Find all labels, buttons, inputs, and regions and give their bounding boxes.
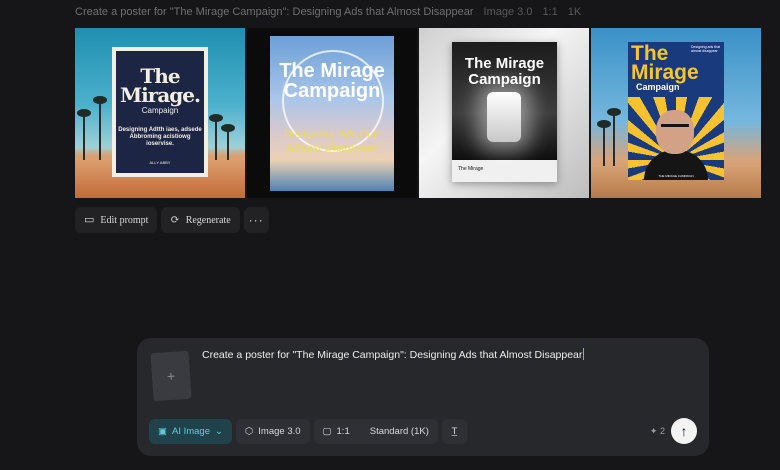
poster-subtitle: Campaign [141, 106, 179, 115]
prompt-header: Create a poster for "The Mirage Campaign… [75, 5, 581, 19]
model-label: Image 3.0 [258, 426, 301, 437]
poster-footer: The Mirage [458, 166, 484, 172]
edit-icon: ▭ [84, 213, 95, 226]
palm-tree [597, 120, 611, 166]
image-icon: ▣ [158, 426, 167, 437]
refresh-icon: ⟳ [170, 213, 180, 226]
model-selector[interactable]: ⬡ Image 3.0 [235, 419, 310, 444]
poster-monochrome: The Mirage Campaign The Mirage [452, 42, 557, 182]
image-gallery: The Mirage. Campaign Designing Adtth iae… [75, 28, 761, 198]
ratio-label: 1:1 [336, 426, 350, 437]
portrait-glasses [661, 124, 689, 132]
glowing-panel [487, 92, 521, 142]
text-caret [583, 348, 585, 360]
prompt-header-model: Image 3.0 [483, 6, 533, 18]
ratio-quality-selector[interactable]: ▢ 1:1 Standard (1K) [313, 419, 438, 444]
text-style-button[interactable]: T̲ [441, 419, 467, 444]
poster-billboard: The Mirage Campaign Designing ads that a… [628, 42, 724, 180]
mode-selector[interactable]: ▣ AI Image ⌄ [149, 419, 232, 444]
plus-icon: + [166, 367, 176, 385]
prompt-input-value: Create a poster for "The Mirage Campaign… [202, 349, 583, 361]
prompt-composer: + Create a poster for "The Mirage Campai… [137, 338, 709, 456]
poster-subtitle: Campaign [636, 82, 680, 92]
generated-image-2[interactable]: The Mirage Campaign Designing Ads that A… [247, 28, 417, 198]
prompt-header-ratio: 1:1 [542, 6, 558, 18]
poster-footer: ALLY ABBY [149, 160, 171, 165]
poster-title: The Mirage Campaign [279, 60, 385, 102]
mode-label: AI Image [171, 426, 211, 437]
more-options-button[interactable]: ··· [243, 207, 269, 233]
generated-image-1[interactable]: The Mirage. Campaign Designing Adtth iae… [75, 28, 245, 198]
reference-image-upload[interactable]: + [150, 350, 192, 402]
poster-body: Designing Adtth iaes, adsede Abbroming a… [118, 127, 202, 147]
poster-script-text: Designing Ads that Almost Disappear [283, 130, 381, 154]
arrow-up-icon: ↑ [680, 423, 688, 439]
square-icon: ▢ [322, 426, 332, 437]
edit-prompt-button[interactable]: ▭ Edit prompt [75, 207, 158, 233]
quality-label: Standard (1K) [369, 426, 429, 437]
prompt-header-text: Create a poster for "The Mirage Campaign… [75, 6, 474, 18]
portrait-face [656, 110, 694, 154]
regenerate-label: Regenerate [185, 214, 231, 226]
prompt-header-quality: 1K [567, 6, 582, 18]
cube-icon: ⬡ [244, 426, 254, 437]
prompt-input[interactable]: Create a poster for "The Mirage Campaign… [202, 348, 682, 366]
palm-tree [221, 124, 235, 160]
composer-toolbar: ▣ AI Image ⌄ ⬡ Image 3.0 ▢ 1:1 Standard … [149, 419, 467, 444]
credit-cost: ✦ 2 [650, 426, 665, 437]
palm-tree [607, 108, 621, 166]
more-icon: ··· [248, 213, 264, 227]
chevron-down-icon: ⌄ [215, 426, 223, 437]
regenerate-button[interactable]: ⟳ Regenerate [161, 207, 240, 233]
generated-image-4[interactable]: The Mirage Campaign Designing ads that a… [591, 28, 761, 198]
palm-tree [77, 109, 91, 160]
text-icon: T̲ [451, 426, 458, 437]
palm-tree [209, 114, 223, 160]
poster-tagline: Designing ads that almost disappear [691, 45, 720, 53]
poster-title: The Mirage Campaign [464, 55, 545, 88]
sparkle-icon: ✦ [649, 426, 658, 436]
poster-billboard: The Mirage. Campaign Designing Adtth iae… [112, 47, 208, 177]
palm-tree [93, 96, 107, 160]
poster-gradient: The Mirage Campaign Designing Ads that A… [270, 36, 394, 191]
poster-title: The Mirage. [120, 64, 201, 107]
edit-prompt-label: Edit prompt [100, 214, 149, 226]
image-actions: ▭ Edit prompt ⟳ Regenerate ··· [75, 207, 269, 233]
send-button[interactable]: ↑ [671, 418, 697, 444]
generated-image-3[interactable]: The Mirage Campaign The Mirage [419, 28, 589, 198]
credit-count: 2 [659, 426, 665, 436]
poster-footer: THE MIRAGE CAMPAIGN [658, 174, 694, 178]
